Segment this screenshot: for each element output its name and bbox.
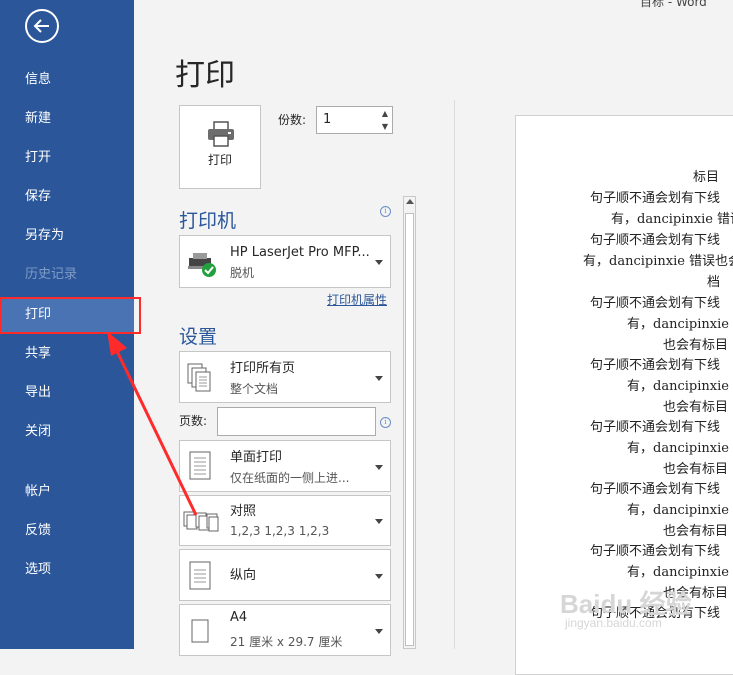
collate-dropdown[interactable]: 对照 1,2,3 1,2,3 1,2,3 — [179, 495, 391, 546]
preview-line: 档 — [707, 275, 721, 290]
window-title: 目标 - Word — [640, 0, 707, 9]
preview-line: 有，dancipinxie 错 — [627, 317, 733, 332]
print-range-dropdown[interactable]: 打印所有页 整个文档 — [179, 351, 391, 403]
preview-line: 有，dancipinxie 错 — [627, 503, 733, 518]
collate-subtitle: 1,2,3 1,2,3 1,2,3 — [230, 524, 330, 538]
preview-line: 句子顺不通会划有下线 — [590, 420, 721, 435]
preview-line: 有，dancipinxie 错 — [627, 379, 733, 394]
nav-open[interactable]: 打开 — [0, 140, 134, 176]
nav-new[interactable]: 新建 — [0, 101, 134, 137]
preview-line: 有，dancipinxie 错 — [627, 565, 733, 580]
copies-value: 1 — [323, 112, 332, 127]
pages-label: 页数: — [179, 414, 208, 428]
preview-line: 句子顺不通会划有下线 — [590, 482, 721, 497]
nav-save[interactable]: 保存 — [0, 179, 134, 215]
preview-line: 也会有标目 — [663, 462, 729, 477]
copies-stepper[interactable]: 1 ▲ ▼ — [316, 106, 393, 134]
sides-title: 单面打印 — [230, 450, 283, 465]
orientation-title: 纵向 — [230, 568, 257, 583]
print-range-subtitle: 整个文档 — [230, 382, 279, 396]
paper-size-title: A4 — [230, 610, 248, 625]
chevron-down-icon — [375, 260, 383, 265]
info-icon[interactable]: i — [380, 417, 391, 428]
preview-line: 也会有标目 — [663, 524, 729, 539]
preview-line: 句子顺不通会划有下线 — [590, 233, 721, 248]
nav-close[interactable]: 关闭 — [0, 414, 134, 450]
copies-label: 份数: — [278, 113, 307, 127]
preview-line: 也会有标目 — [663, 338, 729, 353]
print-button[interactable]: 打印 — [179, 105, 261, 189]
print-button-label: 打印 — [207, 153, 232, 167]
chevron-down-icon — [375, 465, 383, 470]
printer-properties-link[interactable]: 打印机属性 — [327, 291, 387, 308]
settings-section-heading: 设置 — [179, 326, 218, 348]
chevron-down-icon — [375, 519, 383, 524]
collate-icon — [183, 511, 219, 532]
printer-status: 脱机 — [230, 266, 255, 280]
preview-line: 句子顺不通会划有下线 — [590, 544, 721, 559]
watermark-url: jingyan.baidu.com — [565, 616, 662, 630]
preview-line: 标目 — [693, 170, 720, 185]
chevron-down-icon[interactable]: ▼ — [378, 120, 392, 133]
paper-size-dropdown[interactable]: A4 21 厘米 x 29.7 厘米 — [179, 604, 391, 656]
nav-export[interactable]: 导出 — [0, 375, 134, 411]
preview-line: 句子顺不通会划有下线 — [590, 296, 721, 311]
pages-icon — [187, 363, 211, 392]
nav-info[interactable]: 信息 — [0, 62, 134, 98]
back-button[interactable] — [25, 9, 59, 43]
preview-line: 有，dancipinxie 错 — [627, 441, 733, 456]
nav-history: 历史记录 — [25, 267, 78, 282]
preview-line: 句子顺不通会划有下线 — [590, 358, 721, 373]
nav-save-as[interactable]: 另存为 — [0, 218, 134, 254]
chevron-up-icon[interactable]: ▲ — [378, 107, 392, 120]
nav-share[interactable]: 共享 — [0, 336, 134, 372]
chevron-down-icon — [375, 376, 383, 381]
printer-dropdown[interactable]: HP LaserJet Pro MFP... 脱机 — [179, 235, 391, 288]
nav-options[interactable]: 选项 — [0, 552, 134, 588]
printer-section-heading: 打印机 — [179, 210, 237, 232]
portrait-icon — [189, 561, 211, 590]
annotation-highlight-box — [0, 297, 141, 334]
preview-line: 有，dancipinxie 错误也 — [611, 212, 733, 227]
orientation-dropdown[interactable]: 纵向 — [179, 549, 391, 601]
paper-icon — [191, 619, 209, 643]
preview-line: 句子顺不通会划有下线 — [590, 191, 721, 206]
print-range-title: 打印所有页 — [230, 361, 296, 376]
pages-input[interactable] — [217, 407, 376, 436]
back-arrow-icon — [33, 19, 49, 33]
printer-status-icon — [188, 253, 216, 277]
nav-feedback[interactable]: 反馈 — [0, 513, 134, 549]
sides-dropdown[interactable]: 单面打印 仅在纸面的一侧上进... — [179, 440, 391, 492]
page-title: 打印 — [175, 58, 235, 93]
settings-scrollbar[interactable] — [403, 196, 416, 649]
printer-icon — [208, 121, 234, 147]
sides-subtitle: 仅在纸面的一侧上进... — [230, 471, 350, 485]
info-icon[interactable]: i — [380, 206, 391, 217]
panel-divider — [454, 100, 455, 649]
single-sided-icon — [189, 451, 211, 480]
nav-account[interactable]: 帐户 — [0, 474, 134, 510]
preview-line: 也会有标目 — [663, 400, 729, 415]
copies-spin[interactable]: ▲ ▼ — [378, 107, 392, 133]
chevron-down-icon — [375, 574, 383, 579]
scrollbar-thumb[interactable] — [405, 213, 414, 646]
chevron-down-icon — [375, 629, 383, 634]
preview-line: 有，dancipinxie 错误也会 — [583, 254, 733, 269]
printer-name: HP LaserJet Pro MFP... — [230, 245, 370, 260]
scroll-up-icon[interactable] — [406, 199, 414, 204]
collate-title: 对照 — [230, 504, 257, 519]
paper-size-subtitle: 21 厘米 x 29.7 厘米 — [230, 635, 343, 649]
